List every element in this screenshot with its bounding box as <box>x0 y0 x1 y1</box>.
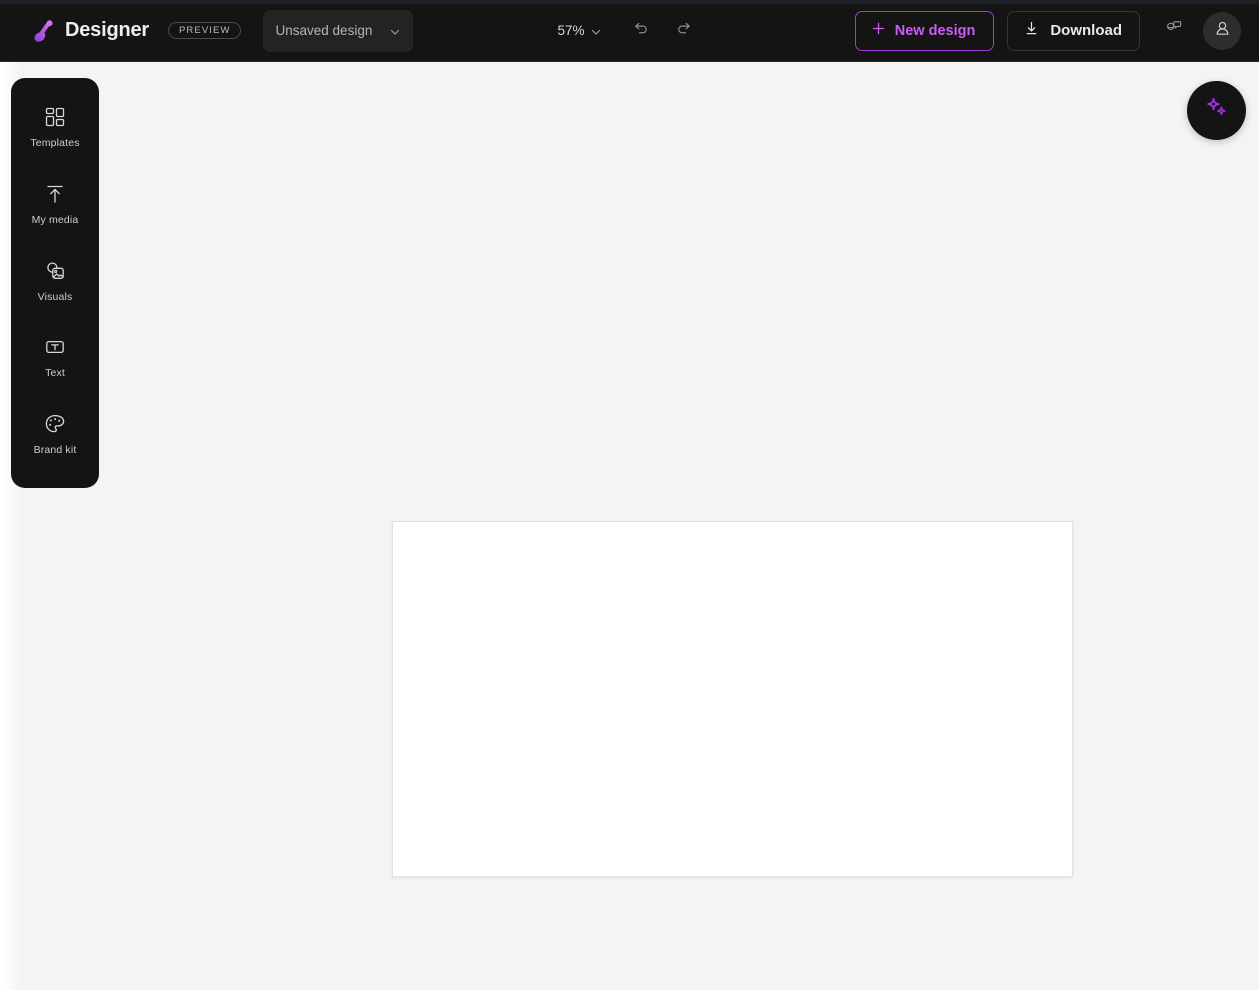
sidebar-label-templates: Templates <box>30 137 80 149</box>
sidebar-item-visuals[interactable]: Visuals <box>11 258 99 335</box>
download-icon <box>1023 20 1040 41</box>
feedback-button[interactable] <box>1157 14 1191 48</box>
designer-logo-icon <box>30 18 56 44</box>
design-name-label: Unsaved design <box>275 23 373 38</box>
sidebar-item-templates[interactable]: Templates <box>11 104 99 181</box>
ai-assistant-button[interactable] <box>1187 81 1246 140</box>
window-top-edge <box>0 0 1259 4</box>
user-avatar[interactable] <box>1203 11 1241 50</box>
chevron-down-icon <box>389 25 401 37</box>
sidebar-label-visuals: Visuals <box>37 290 73 303</box>
design-name-dropdown[interactable]: Unsaved design <box>262 9 413 52</box>
text-box-icon <box>42 334 68 360</box>
sidebar-label-my-media: My media <box>31 213 79 226</box>
app-brand[interactable]: Designer <box>30 18 149 44</box>
user-avatar-icon <box>1212 18 1233 44</box>
undo-button[interactable] <box>626 16 656 46</box>
redo-icon <box>675 19 694 43</box>
left-sidebar: Templates My media Visuals Text Brand ki… <box>11 78 99 488</box>
design-canvas-page[interactable] <box>392 521 1073 877</box>
sidebar-label-text: Text <box>45 367 65 380</box>
download-label: Download <box>1050 22 1122 39</box>
palette-icon <box>42 411 68 437</box>
preview-badge: PREVIEW <box>168 21 241 40</box>
download-button[interactable]: Download <box>1007 10 1140 51</box>
sidebar-item-my-media[interactable]: My media <box>11 181 99 258</box>
undo-icon <box>631 19 650 43</box>
zoom-control[interactable]: 57% <box>558 23 602 38</box>
feedback-chat-icon <box>1164 18 1184 43</box>
app-title: Designer <box>65 19 149 41</box>
redo-button[interactable] <box>670 16 700 46</box>
upload-arrow-icon <box>42 181 68 207</box>
sparkles-icon <box>1202 93 1232 128</box>
new-design-button[interactable]: New design <box>854 10 995 51</box>
plus-icon <box>871 21 886 40</box>
sidebar-item-text[interactable]: Text <box>11 334 99 411</box>
top-toolbar: Designer PREVIEW Unsaved design 57% New … <box>0 0 1259 62</box>
sidebar-label-brand-kit: Brand kit <box>33 444 77 457</box>
chevron-down-icon <box>590 25 602 37</box>
new-design-label: New design <box>894 22 976 39</box>
templates-grid-icon <box>42 104 68 130</box>
history-controls <box>626 16 700 46</box>
visuals-image-icon <box>42 258 68 284</box>
topbar-actions: New design Download <box>854 10 1259 51</box>
zoom-level-label: 57% <box>557 23 585 38</box>
sidebar-item-brand-kit[interactable]: Brand kit <box>11 411 99 488</box>
